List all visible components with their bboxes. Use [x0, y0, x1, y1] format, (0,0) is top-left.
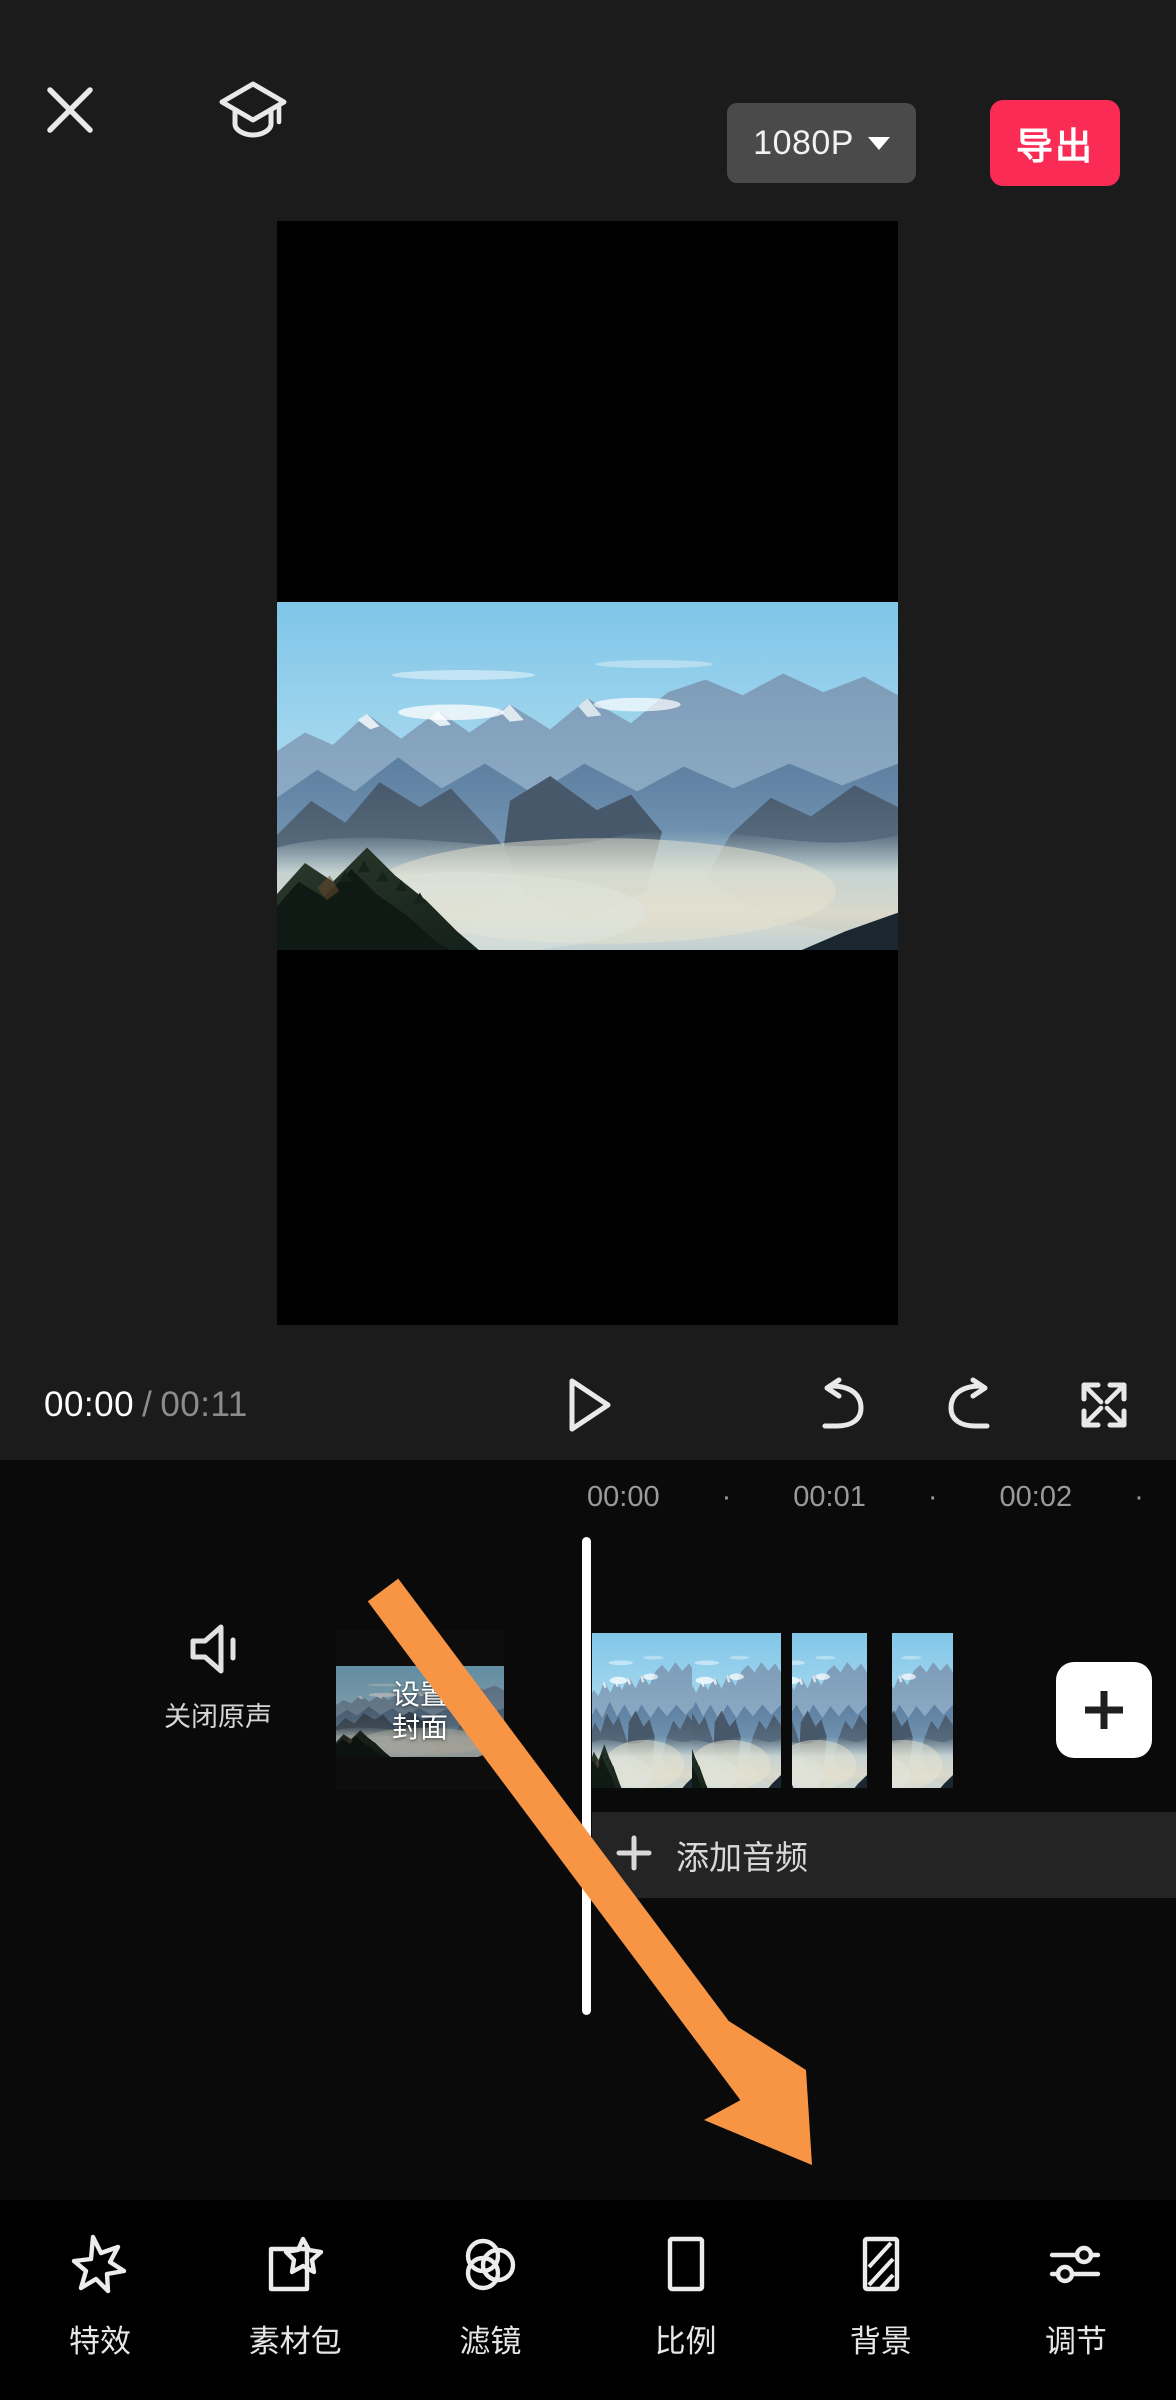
play-triangle-icon	[569, 1378, 611, 1432]
video-frame	[277, 602, 898, 950]
toolbar-item-sparkle-star[interactable]: 特效	[10, 2200, 190, 2361]
toolbar-item-label: 滤镜	[459, 2324, 522, 2359]
close-button[interactable]	[37, 77, 103, 143]
adjust-sliders-icon	[1046, 2232, 1106, 2296]
player-bar: 00:00/00:11	[0, 1350, 1176, 1460]
current-time: 00:00	[44, 1385, 135, 1424]
set-cover-label: 设置 封面	[336, 1666, 504, 1757]
resolution-label: 1080P	[753, 124, 854, 162]
video-clip[interactable]	[892, 1633, 992, 1788]
chevron-down-icon	[868, 136, 890, 150]
toolbar-item-label: 调节	[1044, 2324, 1107, 2359]
ruler-tick-label: 00:00	[587, 1481, 660, 1513]
set-cover-button[interactable]: 设置 封面	[336, 1630, 504, 1790]
timeline-ruler-ticks: 00:00·00:01·00:02·00:03·	[587, 1460, 1176, 1535]
top-bar: 1080P 导出	[0, 0, 1176, 221]
ruler-dot: ·	[721, 1481, 732, 1513]
ruler-tick-label: 00:01	[793, 1481, 866, 1513]
mute-original-audio-button[interactable]: 关闭原声	[158, 1620, 278, 1734]
video-canvas[interactable]	[277, 221, 898, 1325]
ruler-dot: ·	[927, 1481, 938, 1513]
time-display: 00:00/00:11	[44, 1385, 248, 1425]
add-clip-button[interactable]	[1056, 1662, 1152, 1758]
fullscreen-expand-icon	[1081, 1382, 1127, 1428]
clip-thumbnail	[692, 1633, 781, 1788]
undo-button[interactable]	[804, 1369, 876, 1441]
mountain-scene-preview	[277, 602, 898, 950]
resolution-selector[interactable]: 1080P	[727, 103, 916, 183]
filter-circles-icon	[459, 2232, 521, 2296]
speaker-mute-icon	[190, 1624, 236, 1674]
ruler-tick-label: 00:02	[999, 1481, 1073, 1513]
redo-button[interactable]	[936, 1369, 1008, 1441]
video-clip[interactable]	[592, 1633, 692, 1788]
ruler-dot: ·	[1134, 1481, 1144, 1513]
toolbar-item-label: 特效	[69, 2324, 131, 2359]
toolbar-item-aspect-ratio[interactable]: 比例	[596, 2200, 776, 2361]
add-audio-track[interactable]: 添加音频	[592, 1812, 1176, 1898]
toolbar-item-label: 素材包	[248, 2324, 342, 2359]
preview-stage	[0, 221, 1176, 1350]
play-button[interactable]	[552, 1369, 624, 1441]
mute-original-audio-label: 关闭原声	[164, 1702, 272, 1732]
undo-arrow-icon	[822, 1377, 864, 1429]
export-button[interactable]: 导出	[990, 100, 1120, 186]
toolbar-item-filter-circles[interactable]: 滤镜	[400, 2200, 580, 2361]
background-stripes-icon	[858, 2232, 904, 2296]
add-audio-label: 添加音频	[676, 1839, 808, 1876]
tutorial-button[interactable]	[215, 72, 291, 148]
toolbar-item-background-stripes[interactable]: 背景	[791, 2200, 971, 2361]
fullscreen-button[interactable]	[1068, 1369, 1140, 1441]
export-label: 导出	[1016, 126, 1094, 167]
set-cover-label-line2: 封面	[391, 1711, 448, 1743]
timeline-ruler[interactable]: 00:00·00:01·00:02·00:03·	[0, 1460, 1176, 1535]
toolbar-item-label: 比例	[654, 2324, 717, 2359]
redo-arrow-icon	[948, 1377, 990, 1429]
toolbar-item-material-pack[interactable]: 素材包	[205, 2200, 385, 2361]
time-separator: /	[142, 1385, 153, 1424]
material-pack-icon	[265, 2232, 325, 2296]
plus-icon	[1085, 1691, 1123, 1729]
aspect-ratio-icon	[663, 2232, 709, 2296]
plus-icon	[616, 1835, 652, 1876]
video-clip-strip[interactable]	[592, 1633, 992, 1788]
set-cover-label-line1: 设置	[391, 1679, 448, 1711]
total-time: 00:11	[160, 1385, 248, 1424]
video-clip[interactable]	[792, 1633, 892, 1788]
clip-thumbnail	[592, 1633, 692, 1788]
close-x-icon	[47, 87, 93, 133]
capcut-editor-screen: 1080P 导出 00:00/00:11 00:00 · 00:01 · 00:…	[0, 0, 1176, 2400]
bottom-toolbar: 特效 素材包 滤镜 比例 背景 调节	[0, 2200, 1176, 2400]
sparkle-star-icon	[71, 2232, 129, 2296]
toolbar-item-label: 背景	[849, 2324, 912, 2359]
clip-thumbnail	[792, 1633, 867, 1788]
video-clip[interactable]	[692, 1633, 792, 1788]
timeline-playhead[interactable]	[582, 1537, 591, 2015]
toolbar-item-adjust-sliders[interactable]: 调节	[986, 2200, 1166, 2361]
clip-thumbnail	[892, 1633, 953, 1788]
graduation-cap-icon	[219, 81, 287, 138]
